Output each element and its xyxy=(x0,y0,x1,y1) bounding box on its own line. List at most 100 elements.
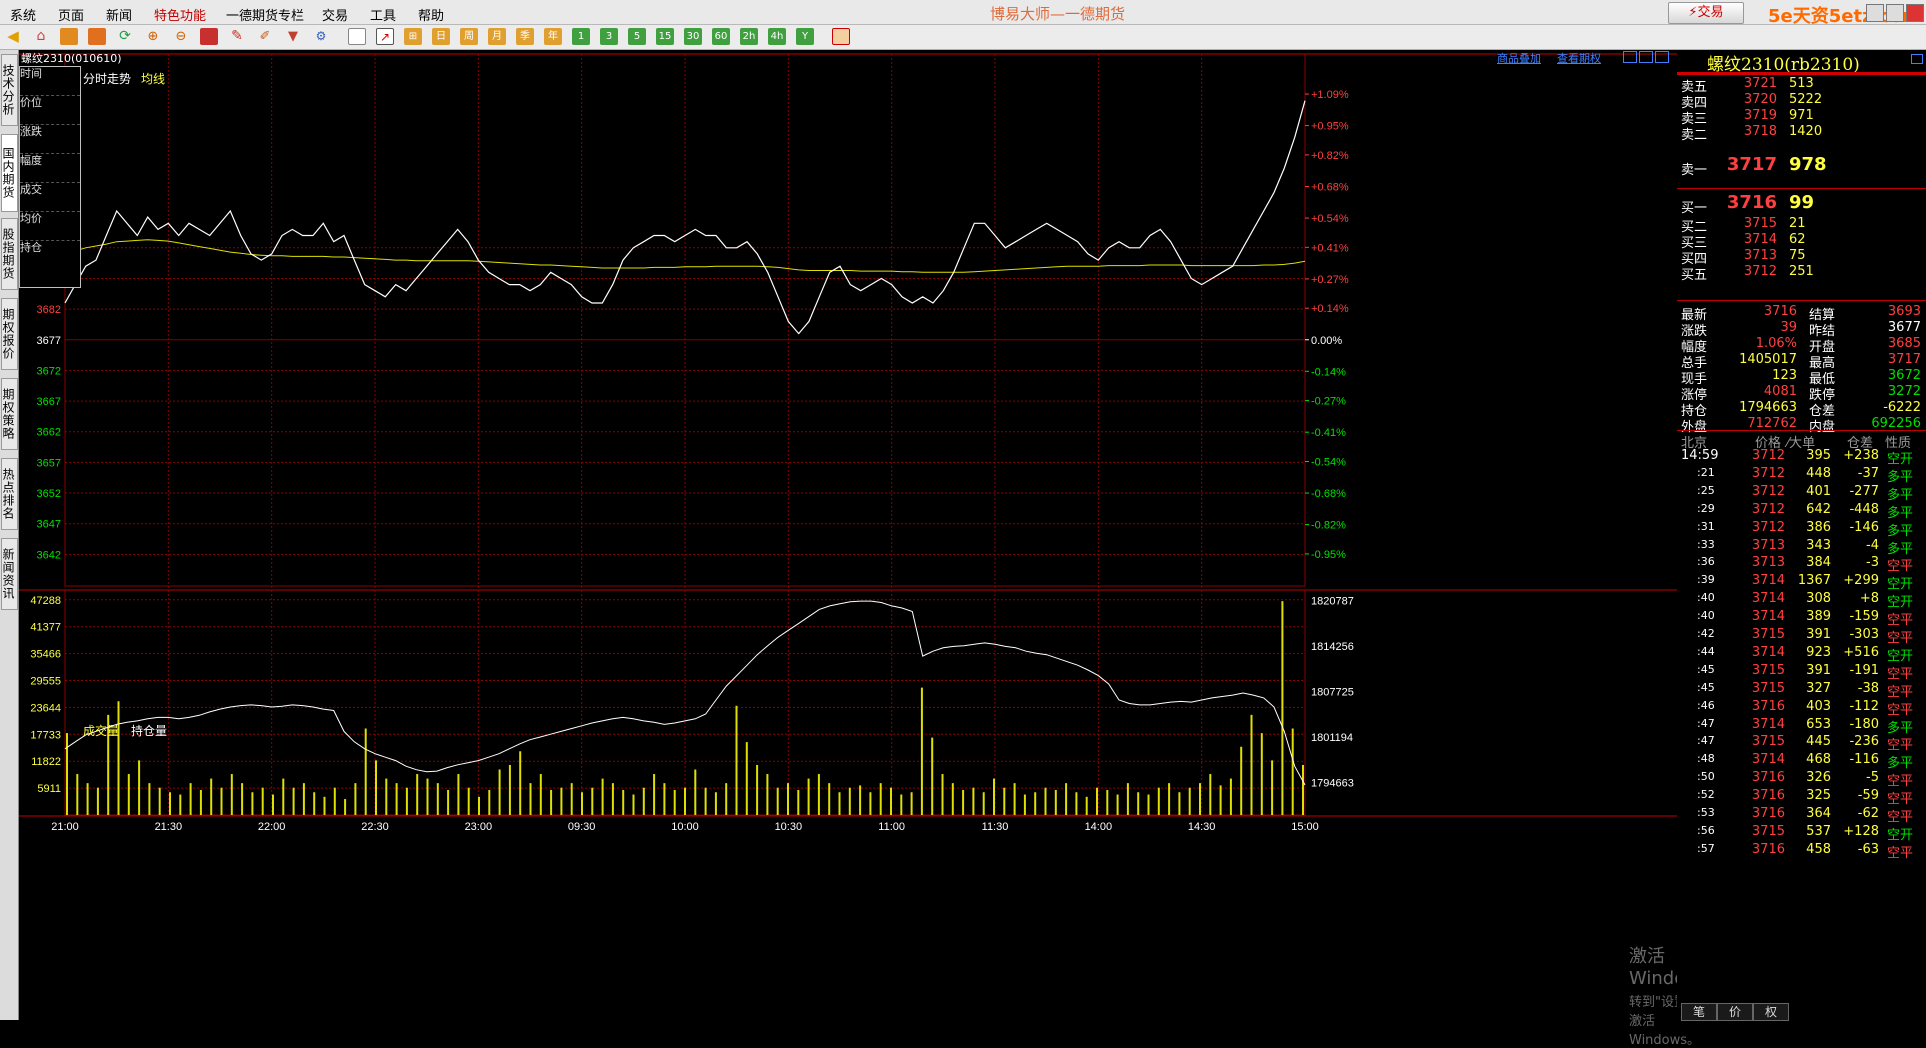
tab-trades[interactable]: 笔 xyxy=(1681,1003,1717,1021)
tick-row[interactable]: :25 3712 401 -277 多平 xyxy=(1677,484,1926,503)
book-icon[interactable] xyxy=(60,28,78,45)
tick-row[interactable]: :57 3716 458 -63 空平 xyxy=(1677,841,1926,861)
week-icon[interactable]: 周 xyxy=(460,28,478,45)
stat-value: 1.06% xyxy=(1755,336,1797,351)
price-tick-label: 3677 xyxy=(37,335,61,347)
menu-features[interactable]: 特色功能 xyxy=(154,5,206,24)
layout-icons[interactable] xyxy=(1623,51,1673,63)
tick-row[interactable]: :39 3714 1367 +299 空开 xyxy=(1677,573,1926,592)
price-tick-label: 3667 xyxy=(37,396,61,408)
tick-row[interactable]: :53 3716 364 -62 空平 xyxy=(1677,806,1926,825)
5min-icon[interactable]: 5 xyxy=(628,28,646,45)
intraday-chart[interactable]: 3692368736823677367236673662365736523647… xyxy=(19,50,1709,1048)
menu-page[interactable]: 页面 xyxy=(58,5,84,24)
pen-icon[interactable]: ✎ xyxy=(228,28,246,45)
sidebar-tab-index-futures[interactable]: 股指期货 xyxy=(1,218,18,290)
table-icon[interactable] xyxy=(348,28,366,45)
custom-period-icon[interactable]: Y xyxy=(796,28,814,45)
tick-row[interactable]: :44 3714 923 +516 空开 xyxy=(1677,645,1926,664)
bid-price: 3716 xyxy=(1726,192,1777,213)
minimize-icon[interactable] xyxy=(1866,4,1884,22)
calculator-icon[interactable] xyxy=(832,28,850,45)
back-arrow-icon[interactable]: ◀ xyxy=(4,28,22,45)
quote-panel: 螺纹2310(rb2310) 卖五 3721 513 卖四 3720 5222 卖三 3719… xyxy=(1677,50,1926,1020)
layout-single-icon[interactable] xyxy=(1623,51,1637,63)
tick-row[interactable]: :46 3716 403 -112 空平 xyxy=(1677,699,1926,718)
quote-panel-toggle-icon[interactable] xyxy=(1911,54,1923,64)
tick-row[interactable]: :42 3715 391 -303 空平 xyxy=(1677,627,1926,646)
view-options-link[interactable]: 查看期权 xyxy=(1557,50,1601,66)
trend-chart-icon[interactable]: ↗ xyxy=(376,28,394,45)
stats-divider xyxy=(1677,300,1926,301)
4hour-icon[interactable]: 4h xyxy=(768,28,786,45)
tick-row[interactable]: :47 3715 445 -236 空平 xyxy=(1677,734,1926,753)
trade-button[interactable]: ⚡交易 xyxy=(1668,2,1744,24)
menu-help[interactable]: 帮助 xyxy=(418,5,444,24)
tick-time: 14:59 xyxy=(1681,448,1719,463)
tick-row[interactable]: :29 3712 642 -448 多平 xyxy=(1677,501,1926,521)
tick-row[interactable]: :31 3712 386 -146 多平 xyxy=(1677,520,1926,539)
maximize-icon[interactable] xyxy=(1886,4,1904,22)
day-icon[interactable]: 日 xyxy=(432,28,450,45)
15min-icon[interactable]: 15 xyxy=(656,28,674,45)
tick-row[interactable]: :52 3716 325 -59 空平 xyxy=(1677,788,1926,807)
menu-yide-column[interactable]: 一德期货专栏 xyxy=(226,5,304,24)
window-icon[interactable] xyxy=(200,28,218,45)
info-price-label: 价位 xyxy=(20,96,80,125)
2hour-icon[interactable]: 2h xyxy=(740,28,758,45)
home-icon[interactable]: ⌂ xyxy=(32,28,50,45)
tick-row[interactable]: :36 3713 384 -3 空平 xyxy=(1677,555,1926,574)
tick-row[interactable]: :21 3712 448 -37 多平 xyxy=(1677,466,1926,485)
sidebar-tab-technical[interactable]: 技术分析 xyxy=(1,54,18,126)
layout-quad-icon[interactable] xyxy=(1655,51,1669,63)
60min-icon[interactable]: 60 xyxy=(712,28,730,45)
sidebar-tab-option-strategy[interactable]: 期权策略 xyxy=(1,378,18,450)
tick-row[interactable]: :45 3715 391 -191 空平 xyxy=(1677,663,1926,682)
sidebar-tab-domestic-futures[interactable]: 国内期货 xyxy=(1,134,18,212)
tick-time: :29 xyxy=(1697,501,1715,515)
tick-row[interactable]: :47 3714 653 -180 多平 xyxy=(1677,717,1926,736)
tick-row[interactable]: :48 3714 468 -116 多平 xyxy=(1677,752,1926,771)
tick-row[interactable]: :50 3716 326 -5 空平 xyxy=(1677,770,1926,789)
tick-nature: 多平 xyxy=(1887,469,1914,485)
brush-icon[interactable]: ✐ xyxy=(256,28,274,45)
sidebar-tab-news[interactable]: 新闻资讯 xyxy=(1,538,18,610)
tick-price: 3716 xyxy=(1751,770,1785,786)
1min-icon[interactable]: 1 xyxy=(572,28,590,45)
tab-price[interactable]: 价 xyxy=(1717,1003,1753,1021)
menu-system[interactable]: 系统 xyxy=(10,5,36,24)
year-icon[interactable]: 年 xyxy=(544,28,562,45)
overlay-link[interactable]: 商品叠加 xyxy=(1497,50,1541,66)
tick-time: :57 xyxy=(1697,841,1715,855)
close-icon[interactable] xyxy=(1906,4,1924,22)
sidebar-tab-option-quotes[interactable]: 期权报价 xyxy=(1,298,18,370)
refresh-icon[interactable]: ⟳ xyxy=(116,28,134,45)
zoom-in-icon[interactable]: ⊕ xyxy=(144,28,162,45)
bid-price: 3715 xyxy=(1743,216,1777,231)
settings-icon[interactable]: ⚙ xyxy=(312,28,330,45)
3min-icon[interactable]: 3 xyxy=(600,28,618,45)
tick-nature: 空平 xyxy=(1887,684,1914,700)
tick-row[interactable]: :56 3715 537 +128 空开 xyxy=(1677,824,1926,843)
tick-row[interactable]: 14:59 3712 395 +238 空开 xyxy=(1677,448,1926,467)
sidebar-tab-hot-ranking[interactable]: 热点排名 xyxy=(1,458,18,530)
tick-price: 3713 xyxy=(1751,555,1785,571)
news-icon[interactable] xyxy=(88,28,106,45)
season-icon[interactable]: 季 xyxy=(516,28,534,45)
tab-rights[interactable]: 权 xyxy=(1753,1003,1789,1021)
tick-row[interactable]: :40 3714 308 +8 空开 xyxy=(1677,591,1926,610)
month-icon[interactable]: 月 xyxy=(488,28,506,45)
tick-icon[interactable]: ⊞ xyxy=(404,28,422,45)
menu-tools[interactable]: 工具 xyxy=(370,5,396,24)
stat-value: 3272 xyxy=(1887,384,1921,399)
filter-icon[interactable]: ▼ xyxy=(284,28,302,45)
tick-row[interactable]: :40 3714 389 -159 空平 xyxy=(1677,609,1926,628)
tick-row[interactable]: :45 3715 327 -38 空平 xyxy=(1677,681,1926,700)
30min-icon[interactable]: 30 xyxy=(684,28,702,45)
tick-row[interactable]: :33 3713 343 -4 多平 xyxy=(1677,538,1926,557)
zoom-out-icon[interactable]: ⊖ xyxy=(172,28,190,45)
pct-tick-label: +0.27% xyxy=(1311,274,1349,286)
menu-trade[interactable]: 交易 xyxy=(322,5,348,24)
layout-split-icon[interactable] xyxy=(1639,51,1653,63)
menu-news[interactable]: 新闻 xyxy=(106,5,132,24)
